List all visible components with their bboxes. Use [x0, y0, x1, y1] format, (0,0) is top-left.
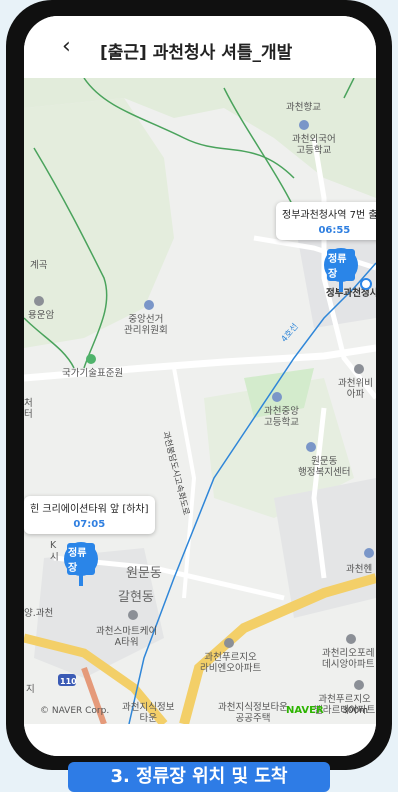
apartment-icon: [354, 680, 364, 690]
office-icon: [144, 300, 154, 310]
apartment-icon: [346, 634, 356, 644]
naver-logo: NAVER: [286, 705, 324, 716]
map-scale: 300m: [342, 706, 368, 716]
stop-badge: 정류장: [327, 249, 355, 281]
bottom-area: [24, 724, 376, 756]
label-ofore: 과천리오포레 데시앙아파트: [322, 648, 375, 670]
label-ji: 지: [26, 684, 35, 695]
label-si: 시: [50, 552, 59, 563]
label-jisik-town: 과천지식정보 타운: [122, 702, 175, 724]
stop-name: 힌 크리에이션타워 앞 [하차]: [30, 504, 149, 515]
building-icon: [128, 610, 138, 620]
map-canvas: [24, 78, 376, 724]
label-gyegok: 계곡: [30, 260, 48, 271]
label-jungang-school: 과천중앙 고등학교: [264, 406, 299, 428]
building-icon: [364, 548, 374, 558]
school-icon: [299, 120, 309, 130]
label-smart-k-tower: 과천스마트케이 A타워: [96, 626, 158, 648]
apartment-icon: [224, 638, 234, 648]
stop-time: 07:05: [73, 519, 106, 530]
label-foreign-school: 과천외국어 고등학교: [292, 134, 336, 156]
label-galhyeondong: 갈현동: [118, 590, 154, 605]
bus-stop-marker-2[interactable]: 정류장: [64, 542, 98, 576]
stop-card-1[interactable]: 정부과천청사역 7번 출구 06:55: [276, 202, 376, 240]
label-gwacheonhen: 과천헨: [346, 564, 373, 575]
label-k: K: [50, 540, 57, 551]
stop-badge: 정류장: [67, 543, 95, 575]
office-icon: [306, 442, 316, 452]
temple-icon: [34, 296, 44, 306]
label-election-commission: 중앙선거 관리위원회: [124, 314, 168, 336]
label-yongunam: 용운암: [28, 310, 55, 321]
park-icon: [86, 354, 96, 364]
app-screen: ‹ [출근] 과천청사 셔틀_개발 과천향교 과천외국어 고등학교 계곡 용운암…: [24, 16, 376, 756]
stop-card-2[interactable]: 힌 크리에이션타워 앞 [하차] 07:05: [24, 496, 155, 534]
label-govt-station: 정부과천청사: [326, 288, 376, 299]
label-sangap: 양.과천: [24, 608, 54, 619]
label-gukga: 국가기술표준원: [62, 368, 124, 379]
label-wonmun-center: 원문동 행정복지센터: [298, 456, 351, 478]
caption-banner: 3. 정류장 위치 및 도착: [68, 762, 330, 792]
subway-station-icon: [360, 278, 372, 290]
label-pureujio-labien: 과천푸르지오 라비엔오아파트: [200, 652, 262, 674]
stop-pin: [79, 574, 83, 586]
label-jisik-housing: 과천지식정보타운 공공주택: [218, 702, 288, 724]
bus-stop-marker-1[interactable]: 정류장: [324, 248, 358, 282]
apartment-icon: [354, 364, 364, 374]
label-left-edge: 처터: [24, 398, 33, 420]
stop-pin: [339, 280, 343, 292]
phone-frame: ‹ [출근] 과천청사 셔틀_개발 과천향교 과천외국어 고등학교 계곡 용운암…: [6, 0, 392, 770]
label-gwacheon-hyanggyo: 과천향교: [286, 102, 321, 113]
route-110-badge: 110: [60, 677, 77, 686]
map-view[interactable]: 과천향교 과천외국어 고등학교 계곡 용운암 중앙선거 관리위원회 국가기술표준원 …: [24, 78, 376, 724]
page-title: [출근] 과천청사 셔틀_개발: [100, 43, 293, 63]
app-header: ‹ [출근] 과천청사 셔틀_개발: [24, 16, 376, 78]
label-wibi-apt: 과천위비 아파: [338, 378, 373, 400]
school-icon: [272, 392, 282, 402]
map-copyright: © NAVER Corp.: [40, 706, 110, 716]
stop-time: 06:55: [318, 225, 351, 236]
stop-name: 정부과천청사역 7번 출구: [282, 210, 376, 221]
label-wonmundong: 원문동: [126, 566, 162, 581]
chevron-left-icon[interactable]: ‹: [62, 36, 71, 58]
